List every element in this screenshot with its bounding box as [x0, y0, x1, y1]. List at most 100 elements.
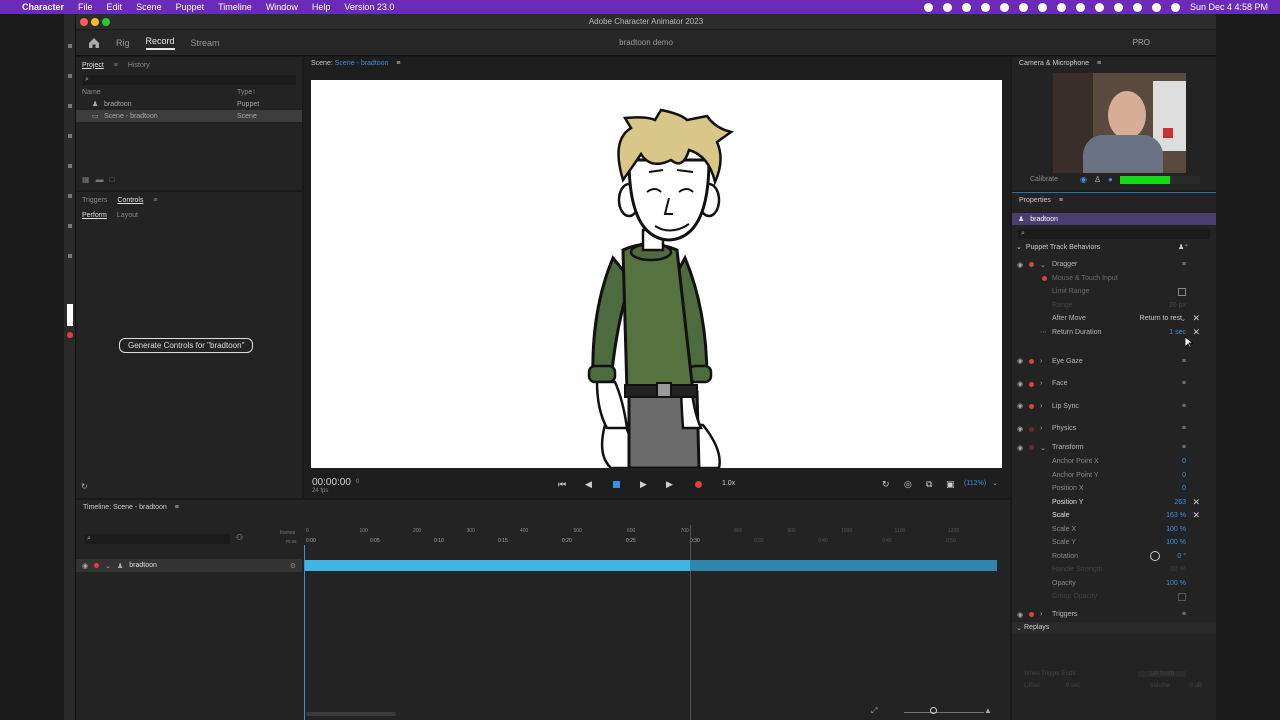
param-dropdown[interactable]: Let finish	[1137, 671, 1186, 677]
properties-search-input[interactable]: ⌕	[1018, 229, 1210, 239]
chevron-down-icon[interactable]: ⌄	[1040, 261, 1046, 269]
project-row[interactable]: ♟ bradtoon Puppet	[76, 98, 302, 110]
track-options-icon[interactable]: ⚇	[236, 533, 243, 542]
eye-icon[interactable]: ◉	[1017, 425, 1023, 433]
param-value[interactable]: 1 sec	[1169, 329, 1186, 336]
tab-controls[interactable]: Controls	[117, 197, 143, 204]
tab-history[interactable]: History	[128, 62, 150, 69]
param-row[interactable]: Position Y 263 ✕	[1012, 496, 1216, 510]
menu-icon[interactable]: ≡	[1182, 358, 1186, 365]
param-row[interactable]: Anchor Point X 0	[1012, 455, 1216, 469]
menu-icon[interactable]: ≡	[1182, 444, 1186, 451]
target-icon[interactable]	[1037, 2, 1047, 12]
play-icon[interactable]: ▶	[640, 479, 647, 490]
param-value[interactable]: 100 %	[1166, 526, 1186, 533]
menu-window[interactable]: Window	[266, 2, 298, 12]
track-bar[interactable]	[305, 560, 690, 571]
param-value[interactable]: 10 %	[1170, 566, 1186, 573]
scene-selector[interactable]: Scene - bradtoon	[335, 60, 389, 67]
wifi-icon[interactable]	[1113, 2, 1123, 12]
param-row[interactable]: Rotation 0 °	[1012, 550, 1216, 564]
rotation-knob-icon[interactable]	[1150, 551, 1160, 562]
onion-skin-icon[interactable]: ◎	[904, 479, 912, 490]
project-row[interactable]: ▭ Scene - bradtoon Scene	[76, 110, 302, 122]
close-icon[interactable]: ✕	[1192, 497, 1200, 508]
close-icon[interactable]: ✕	[1192, 510, 1200, 521]
eye-icon[interactable]: ◉	[1017, 357, 1023, 365]
eye-icon[interactable]: ◉	[1017, 380, 1023, 388]
eye-icon[interactable]: ◉	[1017, 444, 1023, 452]
param-offset[interactable]: Offset 0 sec Volume 0 dB	[1012, 683, 1216, 695]
chevron-down-icon[interactable]: ⌄	[1016, 624, 1022, 632]
add-behavior-icon[interactable]: ♟⁺	[1178, 243, 1188, 251]
param-value[interactable]: 100 %	[1166, 539, 1186, 546]
stop-icon[interactable]	[613, 481, 620, 488]
scene-stage[interactable]	[311, 80, 1002, 470]
display-icon[interactable]	[1056, 2, 1066, 12]
menu-icon[interactable]: ≡	[1182, 261, 1186, 268]
param-value[interactable]: 20 px	[1169, 302, 1186, 309]
chevron-down-icon[interactable]: ⌄	[1016, 243, 1022, 251]
go-to-start-icon[interactable]: ⏮	[558, 479, 566, 490]
selected-puppet-row[interactable]: ♟ bradtoon	[1012, 213, 1216, 225]
param-when-trigger-ends[interactable]: When Trigger Ends Let finish	[1012, 671, 1216, 683]
tab-stream[interactable]: Stream	[191, 38, 220, 48]
panel-menu-icon[interactable]: ≡	[154, 197, 158, 204]
chevron-down-icon[interactable]: ⌄	[1040, 444, 1046, 452]
param-value[interactable]: 0 dB	[1190, 683, 1202, 689]
loop-icon[interactable]: ↻	[882, 479, 890, 490]
pro-badge[interactable]: PRO	[1133, 38, 1150, 47]
chevron-down-icon[interactable]: ⌄	[1180, 315, 1186, 323]
eye-icon[interactable]: ◉	[1017, 402, 1023, 410]
face-tracking-icon[interactable]: ◉	[1080, 175, 1087, 184]
tab-perform[interactable]: Perform	[82, 212, 107, 219]
record-status-icon[interactable]	[923, 2, 933, 12]
eye-icon[interactable]: ◉	[1017, 611, 1023, 619]
menu-icon[interactable]: ≡	[1182, 425, 1186, 432]
behavior-dragger[interactable]: ◉ ⌄ Dragger ≡	[1012, 258, 1216, 272]
record-arm-icon[interactable]	[1029, 611, 1034, 617]
column-name[interactable]: Name	[82, 89, 237, 96]
home-icon[interactable]	[88, 37, 100, 49]
microphone-icon[interactable]: ●	[1108, 175, 1113, 184]
behavior-transform[interactable]: ◉ ⌄ Transform ≡	[1012, 440, 1216, 455]
menu-puppet[interactable]: Puppet	[176, 2, 205, 12]
param-row[interactable]: Scale 163 % ✕	[1012, 509, 1216, 523]
close-window-button[interactable]	[80, 18, 88, 26]
step-back-icon[interactable]: ◀	[585, 479, 592, 490]
record-arm-icon[interactable]	[1029, 445, 1034, 450]
new-item-icon[interactable]: □	[110, 175, 115, 184]
behavior-face[interactable]: ◉ › Face ≡	[1012, 373, 1216, 396]
link-icon[interactable]: ⚙	[290, 562, 296, 570]
import-icon[interactable]: ▦	[82, 175, 90, 184]
record-icon[interactable]	[695, 481, 702, 488]
mountain-icon[interactable]: ▲	[984, 706, 992, 715]
close-icon[interactable]: ✕	[1192, 313, 1200, 324]
param-row[interactable]: Opacity 100 %	[1012, 577, 1216, 591]
chevron-down-icon[interactable]: ⌄	[992, 479, 998, 487]
param-value[interactable]: 0	[1182, 458, 1186, 465]
tab-triggers[interactable]: Triggers	[82, 197, 107, 204]
zoom-slider-thumb[interactable]	[930, 707, 937, 714]
close-icon[interactable]: ✕	[1192, 327, 1200, 338]
folder-icon[interactable]: ▬	[96, 175, 104, 184]
behaviors-section-header[interactable]: ⌄ Puppet Track Behaviors ♟⁺	[1012, 241, 1216, 253]
app-icon[interactable]	[999, 2, 1009, 12]
minimize-window-button[interactable]	[91, 18, 99, 26]
tab-record[interactable]: Record	[145, 36, 175, 50]
cloud-icon[interactable]	[1018, 2, 1028, 12]
timeline-scrollbar[interactable]	[306, 712, 396, 716]
panel-menu-icon[interactable]: ≡	[1059, 197, 1063, 204]
record-arm-icon[interactable]	[1029, 359, 1034, 364]
eye-icon[interactable]: ◉	[1017, 261, 1023, 269]
zoom-window-button[interactable]	[102, 18, 110, 26]
step-forward-icon[interactable]: ▶	[666, 479, 673, 490]
chevron-right-icon[interactable]: ›	[1040, 358, 1042, 365]
param-value[interactable]: 100 %	[1166, 580, 1186, 587]
track-bar-extended[interactable]	[690, 560, 997, 571]
param-value[interactable]: 0 °	[1177, 553, 1186, 560]
record-arm-icon[interactable]	[1029, 381, 1034, 387]
project-search-input[interactable]: ⌕	[82, 75, 296, 85]
panel-menu-icon[interactable]: ≡	[396, 60, 400, 67]
param-value[interactable]: 0 sec	[1066, 683, 1080, 689]
